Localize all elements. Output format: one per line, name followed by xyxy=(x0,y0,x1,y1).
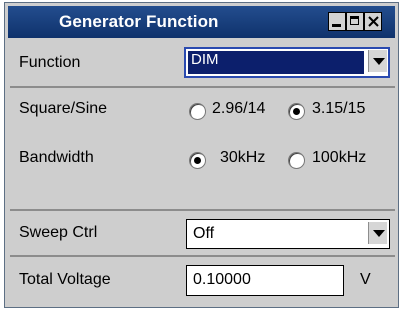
chevron-down-icon[interactable] xyxy=(368,50,387,72)
bandwidth-option-2: 100kHz xyxy=(312,149,367,166)
function-label: Function xyxy=(19,54,81,71)
total-voltage-input[interactable]: 0.10000 xyxy=(186,265,344,296)
chevron-down-icon[interactable] xyxy=(368,222,387,244)
close-icon xyxy=(368,16,379,27)
total-voltage-unit: V xyxy=(360,271,371,288)
square-sine-radio-1[interactable] xyxy=(189,103,206,120)
sweep-ctrl-value: Off xyxy=(193,225,215,242)
sweep-ctrl-dropdown[interactable]: Off xyxy=(186,219,390,249)
square-sine-radio-2[interactable] xyxy=(288,103,305,120)
window-title: Generator Function xyxy=(59,12,219,31)
square-sine-option-1: 2.96/14 xyxy=(212,100,266,117)
generator-function-window: Generator Function Function DIM Square/S… xyxy=(4,2,399,308)
bandwidth-label: Bandwidth xyxy=(19,149,94,166)
function-dropdown[interactable]: DIM xyxy=(184,47,390,78)
square-sine-option-2: 3.15/15 xyxy=(312,100,366,117)
total-voltage-label: Total Voltage xyxy=(19,271,111,288)
minimize-button[interactable] xyxy=(328,12,346,31)
close-button[interactable] xyxy=(364,12,382,31)
separator xyxy=(10,86,395,88)
total-voltage-value: 0.10000 xyxy=(193,271,251,288)
separator xyxy=(10,209,395,211)
separator xyxy=(10,255,395,257)
function-value: DIM xyxy=(191,51,219,68)
bandwidth-radio-1[interactable] xyxy=(189,152,206,169)
square-sine-label: Square/Sine xyxy=(19,100,108,117)
sweep-ctrl-label: Sweep Ctrl xyxy=(19,224,98,241)
bandwidth-radio-2[interactable] xyxy=(288,152,305,169)
maximize-button[interactable] xyxy=(346,12,364,31)
title-bar[interactable]: Generator Function xyxy=(8,6,395,38)
bandwidth-option-1: 30kHz xyxy=(220,149,266,166)
